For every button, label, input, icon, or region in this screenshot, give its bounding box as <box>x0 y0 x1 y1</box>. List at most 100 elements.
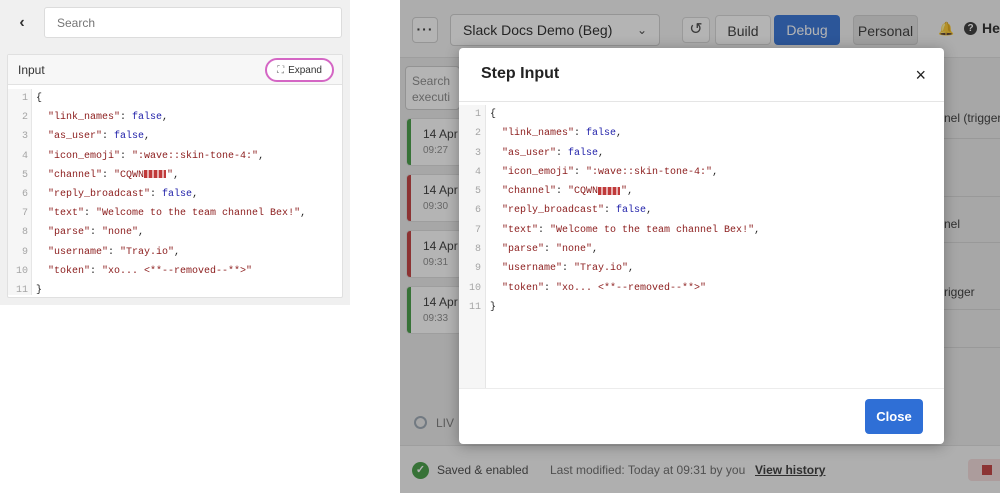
line-number: 8 <box>474 244 481 256</box>
code-token: "link_names" <box>36 112 121 124</box>
code-line: 5 "channel": "CQWN ", <box>459 182 944 201</box>
input-card-title: Input <box>18 63 45 77</box>
divider <box>459 101 944 102</box>
code-token: : <box>90 265 103 277</box>
code-line: 10 "token": "xo... <**--removed--**>" <box>459 279 944 298</box>
code-text: "parse": "none", <box>36 223 144 242</box>
code-line: 2 "link_names": false, <box>459 124 944 143</box>
code-line: 11} <box>459 298 944 317</box>
code-token: : <box>544 282 557 294</box>
code-token: , <box>138 227 145 239</box>
line-number: 3 <box>21 131 28 143</box>
line-number: 1 <box>21 93 28 104</box>
code-token: , <box>192 188 199 200</box>
code-text: "link_names": false, <box>490 124 622 143</box>
code-token: "username" <box>490 263 563 275</box>
code-token: "CQWN <box>568 186 599 198</box>
code-token: "Tray.io" <box>120 246 175 258</box>
code-token: : <box>556 147 569 159</box>
left-panel: ‹ Input ⛶ Expand 1{2 "link_names": false… <box>0 0 350 305</box>
line-number: 4 <box>21 150 28 162</box>
code-text: "token": "xo... <**--removed--**>" <box>490 279 706 298</box>
code-token: "icon_emoji" <box>36 150 121 162</box>
code-text: "text": "Welcome to the team channel Bex… <box>36 204 306 223</box>
input-card-header: Input ⛶ Expand <box>8 55 342 85</box>
code-token: "xo... <**--removed--**>" <box>556 282 707 294</box>
chevron-left-icon: ‹ <box>19 14 25 31</box>
code-token: : <box>120 112 133 124</box>
code-token: false <box>616 205 647 217</box>
code-token: , <box>174 246 181 258</box>
code-token: , <box>712 166 719 178</box>
line-number: 2 <box>474 128 481 140</box>
code-text: } <box>490 298 496 317</box>
code-token: "Tray.io" <box>574 263 629 275</box>
code-token: : <box>108 246 121 258</box>
search-input[interactable] <box>44 7 342 38</box>
code-token: , <box>628 263 635 275</box>
code-token: "text" <box>36 208 85 220</box>
code-line: 4 "icon_emoji": ":wave::skin-tone-4:", <box>459 163 944 182</box>
code-line: 9 "username": "Tray.io", <box>8 243 342 262</box>
line-number: 6 <box>474 205 481 217</box>
code-line: 6 "reply_broadcast": false, <box>8 185 342 204</box>
code-line: 2 "link_names": false, <box>8 108 342 127</box>
input-code-viewer[interactable]: 1{2 "link_names": false, 3 "as_user": fal… <box>8 89 342 300</box>
line-number: 6 <box>21 188 28 200</box>
code-token: : <box>102 169 115 181</box>
code-token: "none" <box>556 244 593 256</box>
code-line: 8 "parse": "none", <box>459 240 944 259</box>
code-token: } <box>490 301 497 313</box>
code-token: , <box>616 128 623 140</box>
code-text: "reply_broadcast": false, <box>36 185 198 204</box>
code-token: ":wave::skin-tone-4:" <box>586 166 713 178</box>
code-token: "as_user" <box>490 147 557 159</box>
code-token: false <box>568 147 599 159</box>
code-text: "text": "Welcome to the team channel Bex… <box>490 221 760 240</box>
code-line: 1{ <box>8 89 342 108</box>
code-text: { <box>490 105 496 124</box>
code-token: false <box>586 128 617 140</box>
code-token: false <box>132 112 163 124</box>
code-token: , <box>258 150 265 162</box>
code-line: 3 "as_user": false, <box>8 127 342 146</box>
close-icon[interactable]: × <box>915 66 926 84</box>
line-number: 10 <box>468 282 481 294</box>
code-token: } <box>36 284 43 296</box>
redacted-text <box>598 186 621 195</box>
step-input-modal: Step Input × 1{2 "link_names": false, 3 "… <box>459 48 944 444</box>
line-number: 5 <box>21 169 28 181</box>
line-number: 11 <box>15 284 28 296</box>
code-token: "link_names" <box>490 128 575 140</box>
code-token: "text" <box>490 224 539 236</box>
code-token: , <box>646 205 653 217</box>
code-line: 10 "token": "xo... <**--removed--**>" <box>8 262 342 281</box>
code-text: "channel": "CQWN ", <box>490 182 633 201</box>
code-text: "channel": "CQWN ", <box>36 166 179 185</box>
expand-button[interactable]: ⛶ Expand <box>265 58 334 82</box>
code-line: 5 "channel": "CQWN ", <box>8 166 342 185</box>
code-line: 6 "reply_broadcast": false, <box>459 201 944 220</box>
code-text: "parse": "none", <box>490 240 598 259</box>
input-card: Input ⛶ Expand 1{2 "link_names": false, 3… <box>7 54 343 298</box>
code-token: "token" <box>36 265 91 277</box>
code-text: "as_user": false, <box>490 144 604 163</box>
code-token: "Welcome to the team channel Bex!" <box>96 208 301 220</box>
code-token: "token" <box>490 282 545 294</box>
code-text: "link_names": false, <box>36 108 168 127</box>
step-input-code-viewer[interactable]: 1{2 "link_names": false, 3 "as_user": fal… <box>459 105 944 388</box>
code-line: 4 "icon_emoji": ":wave::skin-tone-4:", <box>8 147 342 166</box>
back-button[interactable]: ‹ <box>8 10 36 36</box>
code-line: 7 "text": "Welcome to the team channel B… <box>8 204 342 223</box>
code-line: 9 "username": "Tray.io", <box>459 259 944 278</box>
line-number: 2 <box>21 112 28 124</box>
line-number: 11 <box>468 301 481 313</box>
divider <box>459 388 944 389</box>
close-button[interactable]: Close <box>865 399 923 434</box>
code-line: 7 "text": "Welcome to the team channel B… <box>459 221 944 240</box>
code-token: : <box>556 186 569 198</box>
code-token: false <box>114 131 145 143</box>
code-token: , <box>144 131 151 143</box>
code-text: } <box>36 281 42 300</box>
code-token: , <box>300 208 307 220</box>
